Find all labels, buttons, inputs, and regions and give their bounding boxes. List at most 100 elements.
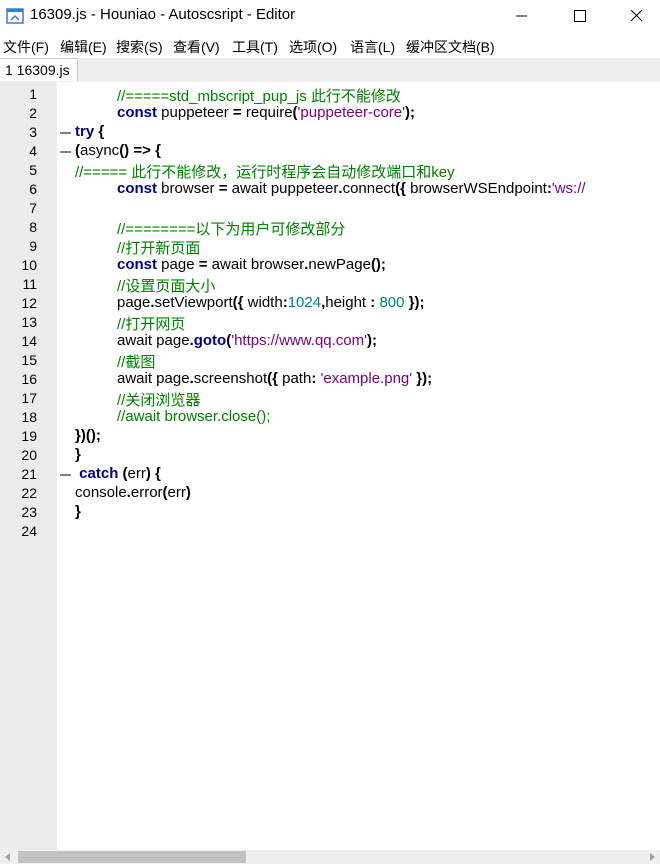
line-number: 12 — [21, 295, 37, 311]
code-token: const — [117, 256, 158, 273]
line-number: 1 — [29, 86, 37, 102]
menu-view[interactable]: 查看(V) — [173, 37, 220, 57]
line-number: 2 — [29, 105, 37, 121]
code-token: //截图 — [117, 354, 156, 371]
code-line[interactable]: const puppeteer = require('puppeteer-cor… — [117, 104, 415, 123]
code-line[interactable]: //=====std_mbscript_pup_js 此行不能修改 — [117, 85, 401, 105]
scrollbar-thumb[interactable] — [18, 851, 246, 863]
code-line[interactable]: //关闭浏览器 — [117, 389, 201, 409]
code-token: ({ — [232, 294, 244, 311]
code-token: //=====std_mbscript_pup_js 此行不能修改 — [117, 88, 401, 105]
code-token: //===== 此行不能修改，运行时程序会自动修改端口和key — [75, 164, 455, 181]
code-line[interactable]: console.error(err) — [75, 484, 191, 503]
line-number: 4 — [29, 143, 37, 159]
line-number: 8 — [29, 219, 37, 235]
editor-app-icon — [6, 8, 24, 24]
code-token: error — [130, 484, 163, 501]
code-token: 'puppeteer-core' — [297, 104, 406, 121]
code-token: //打开新页面 — [117, 240, 201, 257]
code-line[interactable]: (async() => { — [75, 142, 161, 161]
code-token: 1024 — [287, 294, 322, 311]
code-token: //关闭浏览器 — [117, 392, 201, 409]
fold-line-icon[interactable] — [59, 123, 72, 142]
code-token: err — [127, 465, 146, 482]
code-line[interactable]: //打开新页面 — [117, 237, 201, 257]
code-token: width — [243, 294, 283, 311]
menu-edit[interactable]: 编辑(E) — [60, 37, 107, 57]
code-line[interactable]: })(); — [75, 427, 101, 446]
code-line[interactable]: } — [75, 503, 81, 522]
code-line[interactable]: const page = await browser.newPage(); — [117, 256, 386, 275]
close-icon — [630, 9, 643, 22]
maximize-button[interactable] — [552, 0, 608, 32]
menu-bar: 文件(F) 编辑(E) 搜索(S) 查看(V) 工具(T) 选项(O) 语言(L… — [0, 32, 660, 58]
code-token: ({ — [267, 370, 278, 387]
code-line[interactable]: //截图 — [117, 351, 156, 371]
code-line[interactable]: page.setViewport({ width:1024,height : 8… — [117, 294, 424, 313]
code-line[interactable]: //===== 此行不能修改，运行时程序会自动修改端口和key — [75, 161, 455, 181]
scroll-left-icon[interactable] — [3, 853, 13, 861]
code-token: } — [75, 446, 81, 463]
scroll-right-icon[interactable] — [647, 853, 657, 861]
code-token: (); — [370, 256, 386, 273]
code-editor[interactable]: 1 //=====std_mbscript_pup_js 此行不能修改 2 const… — [0, 82, 660, 850]
line-number: 5 — [29, 162, 37, 178]
code-token: { — [155, 465, 161, 482]
code-token: () — [119, 142, 130, 159]
line-number: 20 — [21, 447, 37, 463]
code-token: page — [157, 256, 199, 273]
menu-options[interactable]: 选项(O) — [289, 37, 337, 57]
line-number: 17 — [21, 390, 37, 406]
code-line[interactable]: catch (err) { — [75, 465, 161, 484]
code-line[interactable]: //设置页面大小 — [117, 275, 215, 295]
line-number: 11 — [22, 276, 37, 292]
code-token: err — [167, 484, 186, 501]
code-token: console — [75, 484, 127, 501]
code-token: ) — [185, 484, 191, 501]
code-token: } — [75, 503, 81, 520]
code-line[interactable]: const browser = await puppeteer.connect(… — [117, 180, 586, 199]
line-number: 10 — [21, 257, 37, 273]
line-number: 13 — [21, 314, 37, 330]
code-token: setViewport — [154, 294, 233, 311]
fold-line-icon[interactable] — [59, 465, 72, 484]
code-line[interactable]: try { — [75, 123, 104, 142]
minimize-button[interactable] — [494, 0, 550, 32]
code-line[interactable]: } — [75, 446, 81, 465]
code-token: goto — [193, 332, 227, 349]
code-token: await browser — [207, 256, 305, 273]
code-token: screenshot — [193, 370, 268, 387]
code-token: browserWSEndpoint — [405, 180, 547, 197]
code-token: browser — [157, 180, 219, 197]
menu-buffer-documents[interactable]: 缓冲区文档(B) — [406, 37, 495, 57]
code-token: ({ — [395, 180, 406, 197]
close-button[interactable] — [608, 0, 660, 32]
line-number: 3 — [29, 124, 37, 140]
minimize-icon — [516, 15, 527, 17]
code-token: })(); — [75, 427, 101, 444]
menu-tools[interactable]: 工具(T) — [232, 37, 278, 57]
menu-language[interactable]: 语言(L) — [350, 37, 395, 57]
code-token: //await browser.close(); — [117, 408, 271, 425]
code-line[interactable]: //========以下为用户可修改部分 — [117, 218, 345, 238]
tab-strip: 1 16309.js — [0, 58, 660, 82]
menu-file[interactable]: 文件(F) — [3, 37, 49, 57]
tab-16309-js[interactable]: 1 16309.js — [0, 58, 78, 81]
code-line[interactable]: await page.screenshot({ path: 'example.p… — [117, 370, 432, 389]
line-number: 22 — [21, 485, 37, 501]
code-line[interactable]: //await browser.close(); — [117, 408, 270, 427]
code-line[interactable]: await page.goto('https://www.qq.com'); — [117, 332, 377, 351]
line-number: 15 — [21, 352, 37, 368]
code-token: page — [117, 294, 151, 311]
code-token: async — [80, 142, 120, 159]
code-token: { — [98, 123, 105, 140]
menu-search[interactable]: 搜索(S) — [116, 37, 163, 57]
code-token: }); — [416, 370, 433, 387]
code-token: catch — [79, 465, 119, 482]
fold-line-icon[interactable] — [59, 142, 72, 161]
line-number: 24 — [21, 523, 37, 539]
code-token: //打开网页 — [117, 316, 186, 333]
line-number: 6 — [29, 181, 37, 197]
code-line[interactable]: //打开网页 — [117, 313, 186, 333]
code-token: height — [325, 294, 371, 311]
